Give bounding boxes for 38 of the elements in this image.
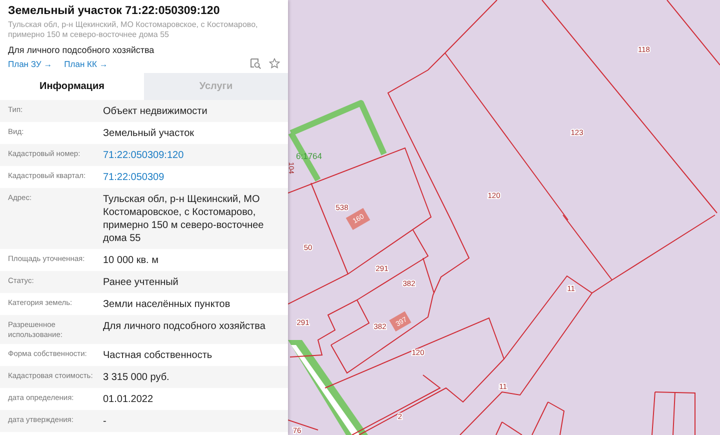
field-value: Объект недвижимости <box>103 105 208 118</box>
field-value: Ранее учтенный <box>103 276 180 289</box>
field-value: Частная собственность <box>103 349 214 362</box>
field-value: 01.01.2022 <box>103 393 154 406</box>
map-search-icon[interactable] <box>250 58 261 69</box>
field-value: Земли населённых пунктов <box>103 298 232 311</box>
field-link[interactable]: 71:22:050309:120 <box>103 149 280 162</box>
parcel-boundary[interactable] <box>310 182 348 274</box>
parcel-boundary[interactable] <box>460 292 592 435</box>
parcel-boundary[interactable] <box>672 392 676 435</box>
field-value: - <box>103 415 108 428</box>
parcel-boundary[interactable] <box>504 275 612 360</box>
parcel-boundary[interactable] <box>548 402 565 435</box>
field-link[interactable]: 71:22:050309 <box>103 171 280 184</box>
parcel-title: Земельный участок 71:22:050309:120 <box>8 5 221 17</box>
field-value: Тульская обл, р-н Щекинский, МО Костомаровское, с Костомарово, примерно 150 м северо-восточнее дома 55 <box>103 193 265 245</box>
parcel-purpose: Для личного подсобного хозяйства <box>8 45 156 55</box>
plan-link[interactable]: План ЗУ → <box>8 58 52 68</box>
parcel-boundary[interactable] <box>352 374 441 435</box>
parcel-boundary[interactable] <box>324 317 505 435</box>
parcel-boundary[interactable] <box>532 402 548 435</box>
parcel-boundary[interactable] <box>666 0 720 66</box>
parcel-boundary[interactable] <box>330 300 370 346</box>
field-value: Земельный участок <box>103 127 196 140</box>
field-value: 10 000 кв. м <box>103 254 160 267</box>
field-value: 3 315 000 руб. <box>103 371 170 384</box>
parcel-boundary[interactable] <box>652 392 656 435</box>
star-icon[interactable] <box>269 58 280 69</box>
parcel-boundary[interactable] <box>422 258 434 294</box>
field-value: Для личного подсобного хозяйства <box>103 320 266 334</box>
parcel-boundary[interactable] <box>654 392 696 435</box>
parcel-boundary[interactable] <box>562 214 716 281</box>
plan-link[interactable]: План КК → <box>64 58 108 68</box>
parcel-boundary[interactable] <box>288 147 432 304</box>
parcel-address: Тульская обл, р-н Щекинский, МО Костомаровское, с Костомарово, примерно 150 м северо-восточнее дома 55 <box>8 20 259 40</box>
parcel-boundary[interactable] <box>502 422 522 435</box>
parcel-boundary[interactable] <box>496 422 502 435</box>
parcel-boundary[interactable] <box>290 230 429 358</box>
